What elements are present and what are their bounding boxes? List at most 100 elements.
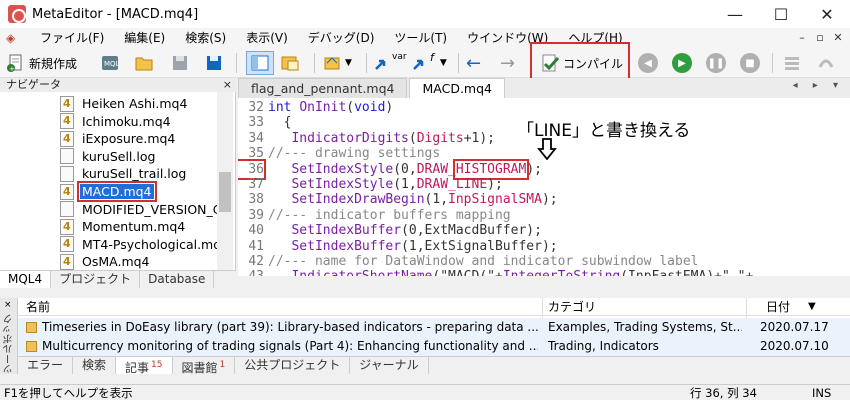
column-category[interactable]: カテゴリ (548, 298, 596, 316)
navigator-item-label: Heiken Ashi.mq4 (82, 96, 188, 111)
article-name: Timeseries in DoEasy library (part 39): … (42, 320, 538, 334)
save-button[interactable] (170, 51, 190, 75)
tab-database[interactable]: Database (140, 271, 215, 288)
code-token: ); (487, 177, 503, 192)
title-bar: MetaEditor - [MACD.mq4] — ☐ ✕ (0, 0, 850, 28)
menu-edit[interactable]: 編集(E) (114, 28, 175, 48)
navigator-item-label: iExposure.mq4 (82, 131, 176, 147)
navigator-item[interactable]: MACD.mq4 (0, 181, 157, 202)
tab-flag-and-pennant[interactable]: flag_and_pennant.mq4 (238, 78, 408, 98)
close-window-button[interactable]: ✕ (804, 0, 850, 28)
navigator-item-label: Ichimoku.mq4 (82, 113, 171, 129)
code-token: (0, (393, 161, 417, 177)
article-row[interactable]: Multicurrency monitoring of trading sign… (18, 337, 850, 356)
code-token: ("MACD("+ (432, 269, 502, 276)
insert-variable-button[interactable]: var (372, 51, 407, 75)
article-row[interactable]: Timeseries in DoEasy library (part 39): … (18, 318, 850, 337)
menu-file[interactable]: ファイル(F) (30, 28, 114, 48)
navigator-tabs: MQL4 プロジェクト Database (0, 270, 236, 288)
function-arrow-icon (413, 59, 424, 70)
navigator-item-label: MODIFIED_VERSION_C (82, 201, 222, 217)
mql-wizard-button[interactable]: MQL (100, 51, 120, 75)
mq4-file-icon (60, 236, 74, 253)
navigate-forward-button[interactable]: → (500, 51, 515, 75)
toolbar-separator (314, 53, 315, 73)
code-token: int (268, 100, 300, 115)
svg-text:MQL: MQL (104, 60, 120, 68)
menu-tools[interactable]: ツール(T) (384, 28, 457, 48)
doc-restore-button[interactable]: ▫ (812, 30, 828, 46)
cursor-position: 行 36, 列 34 (690, 386, 757, 400)
tab-project[interactable]: プロジェクト (51, 271, 141, 288)
scrollbar-thumb[interactable] (219, 172, 231, 212)
code-token: IndicatorDigits (268, 130, 409, 146)
start-debug-button[interactable]: ▶ (672, 51, 692, 75)
toolbox-side-label: ツールボックス (4, 314, 30, 374)
mq4-file-icon (60, 183, 74, 200)
back-arrow-icon: ← (466, 52, 482, 74)
code-token: ( (346, 100, 355, 115)
toolbox-tab-label: 公共プロジェクト (244, 358, 341, 372)
insert-function-button[interactable]: f ▼ (410, 51, 447, 75)
open-folder-button[interactable] (134, 51, 154, 75)
navigator-scrollbar[interactable] (217, 92, 233, 270)
navigator-tree[interactable]: Heiken Ashi.mq4 Ichimoku.mq4 iExposure.mq4… (0, 92, 236, 270)
doc-close-button[interactable]: ✕ (830, 30, 846, 46)
toolbox-tabs: エラー 検索 記事 15 図書館 1 公共プロジェクト ジャーナル (18, 356, 850, 375)
column-date[interactable]: 日付 (766, 298, 790, 316)
step-over-icon (818, 59, 834, 68)
toolbox-tab[interactable]: ジャーナル (350, 357, 429, 374)
doc-minimize-button[interactable]: – (794, 30, 810, 46)
save-all-button[interactable] (204, 51, 224, 75)
variable-arrow-icon (375, 59, 386, 70)
toolbox-tab[interactable]: 図書館 1 (173, 357, 236, 375)
maximize-button[interactable]: ☐ (758, 0, 804, 28)
stop-debug-button[interactable]: ■ (740, 51, 760, 75)
tab-scroll-arrows[interactable]: ◂ ▸ ▾ (793, 80, 844, 91)
toolbar: + 新規作成 MQL ▼ var f ▼ ← → コンパイル ◀ ▶ ❚❚ ■ (0, 42, 850, 82)
sort-desc-icon[interactable]: ▼ (808, 298, 816, 316)
style-dropdown-button[interactable]: ▼ (322, 51, 352, 75)
menu-debug[interactable]: デバッグ(D) (298, 28, 385, 48)
document-menu-icon[interactable]: ◈ (6, 31, 24, 45)
navigator-item[interactable]: Momentum.mq4 (0, 217, 187, 236)
code-line[interactable]: 43 IndicatorShortName("MACD("+IntegerToS… (238, 268, 850, 276)
step-into-button[interactable] (782, 51, 802, 75)
step-over-button[interactable] (816, 51, 836, 75)
column-name[interactable]: 名前 (26, 298, 50, 316)
menu-search[interactable]: 検索(S) (175, 28, 236, 48)
tab-mql4[interactable]: MQL4 (0, 271, 52, 288)
navigator-item[interactable]: Ichimoku.mq4 (0, 112, 173, 131)
navigator-item[interactable]: kuruSell.log (0, 147, 157, 166)
navigator-item[interactable]: iExposure.mq4 (0, 129, 177, 148)
toolbox-tab[interactable]: 検索 (73, 357, 117, 374)
new-file-icon: + (7, 54, 22, 73)
navigator-close-button[interactable]: × (223, 78, 232, 92)
profiling-button[interactable]: ◀ (638, 51, 658, 75)
toolbox-close-button[interactable]: × (4, 300, 12, 310)
navigator-item[interactable]: kuruSell_trail.log (0, 164, 188, 183)
navigator-item[interactable]: Heiken Ashi.mq4 (0, 94, 189, 113)
pause-debug-button[interactable]: ❚❚ (706, 51, 726, 75)
navigator-item[interactable]: MODIFIED_VERSION_C (0, 200, 224, 219)
tab-macd[interactable]: MACD.mq4 (409, 78, 505, 98)
navigate-back-button[interactable]: ← (466, 51, 481, 75)
tab-count-badge: 1 (219, 360, 226, 370)
new-file-button[interactable]: + 新規作成 (6, 51, 77, 75)
navigator-item[interactable]: MT4-Psychological.mq (0, 235, 223, 254)
toolbox-toggle-button[interactable] (280, 51, 300, 75)
menu-view[interactable]: 表示(V) (236, 28, 298, 48)
toolbox-tab[interactable]: 記事 15 (116, 357, 173, 375)
compile-button[interactable]: コンパイル (540, 51, 623, 75)
toolbox-tab[interactable]: エラー (18, 357, 74, 374)
metaeditor-app-icon (8, 5, 26, 23)
toolbox-tab[interactable]: 公共プロジェクト (235, 357, 351, 374)
code-token: ( (408, 130, 417, 146)
navigator-header: ナビゲータ × (0, 78, 236, 92)
navigator-toggle-button[interactable] (246, 51, 274, 75)
navigator-item[interactable]: OsMA.mq4 (0, 252, 152, 270)
window-title: MetaEditor - [MACD.mq4] (32, 6, 199, 22)
minimize-button[interactable]: — (712, 0, 758, 28)
pause-icon: ❚❚ (706, 53, 726, 73)
code-token: //--- name for DataWindow and indicator … (268, 254, 699, 269)
